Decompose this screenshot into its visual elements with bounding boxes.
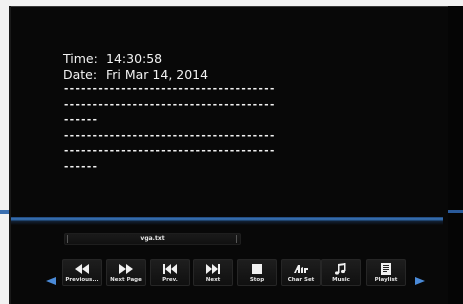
playlist-icon xyxy=(381,263,391,275)
time-value: 14:30:58 xyxy=(106,51,163,66)
triangle-left-icon[interactable] xyxy=(45,276,57,286)
skip-back-icon xyxy=(163,264,177,274)
music-button[interactable]: Music xyxy=(321,259,361,286)
file-name: vga.txt xyxy=(140,235,165,242)
text-content: Time: 14:30:58 Date: Fri Mar 14, 2014 ----… xyxy=(63,51,275,175)
date-value: Fri Mar 14, 2014 xyxy=(106,66,209,82)
next-page-label: Next Page xyxy=(110,277,142,283)
music-note-icon xyxy=(335,263,346,275)
rewind-icon xyxy=(75,264,89,274)
stop-icon xyxy=(252,264,262,274)
stop-button[interactable]: Stop xyxy=(237,259,277,286)
stop-label: Stop xyxy=(249,277,265,283)
char-set-icon xyxy=(294,265,308,273)
frame-right-accent xyxy=(448,210,463,213)
text-line: ------------------------------------- xyxy=(63,98,275,111)
triangle-right-icon[interactable] xyxy=(414,276,426,286)
skip-forward-icon xyxy=(206,264,220,274)
text-line: ------ xyxy=(63,160,98,173)
text-line: ------------------------------------- xyxy=(63,145,275,157)
previous-button[interactable]: Previous... xyxy=(62,259,102,286)
file-progress-bar[interactable]: vga.txt xyxy=(64,233,241,245)
music-label: Music xyxy=(332,277,350,283)
next-button[interactable]: Next xyxy=(193,259,233,286)
text-line: ------------------------------------- xyxy=(63,129,275,142)
fast-forward-icon xyxy=(119,264,133,274)
text-line: ------ xyxy=(63,114,98,126)
frame-top-divider xyxy=(0,6,463,7)
playlist-label: Playlist xyxy=(374,277,398,283)
char-set-button[interactable]: Char Set xyxy=(281,259,321,286)
prev-button[interactable]: Prev. xyxy=(150,259,190,286)
next-page-button[interactable]: Next Page xyxy=(106,259,146,286)
next-label: Next xyxy=(205,277,221,283)
frame-left-accent xyxy=(0,210,9,214)
date-label: Date: xyxy=(63,66,98,82)
prev-label: Prev. xyxy=(162,277,178,283)
playlist-button[interactable]: Playlist xyxy=(366,259,406,286)
horizon-glow xyxy=(11,221,443,225)
text-line: ------------------------------------- xyxy=(63,83,275,95)
time-row: Time: 14:30:58 xyxy=(63,51,275,67)
date-row: Date: Fri Mar 14, 2014 xyxy=(63,67,275,83)
char-set-label: Char Set xyxy=(287,277,315,283)
time-label: Time: xyxy=(63,51,98,66)
text-viewer-screen: Time: 14:30:58 Date: Fri Mar 14, 2014 ----… xyxy=(0,0,463,304)
previous-label: Previous... xyxy=(65,277,99,283)
frame-left-divider xyxy=(9,6,11,304)
frame-left-bar xyxy=(0,0,9,304)
frame-right-bar xyxy=(448,6,463,304)
